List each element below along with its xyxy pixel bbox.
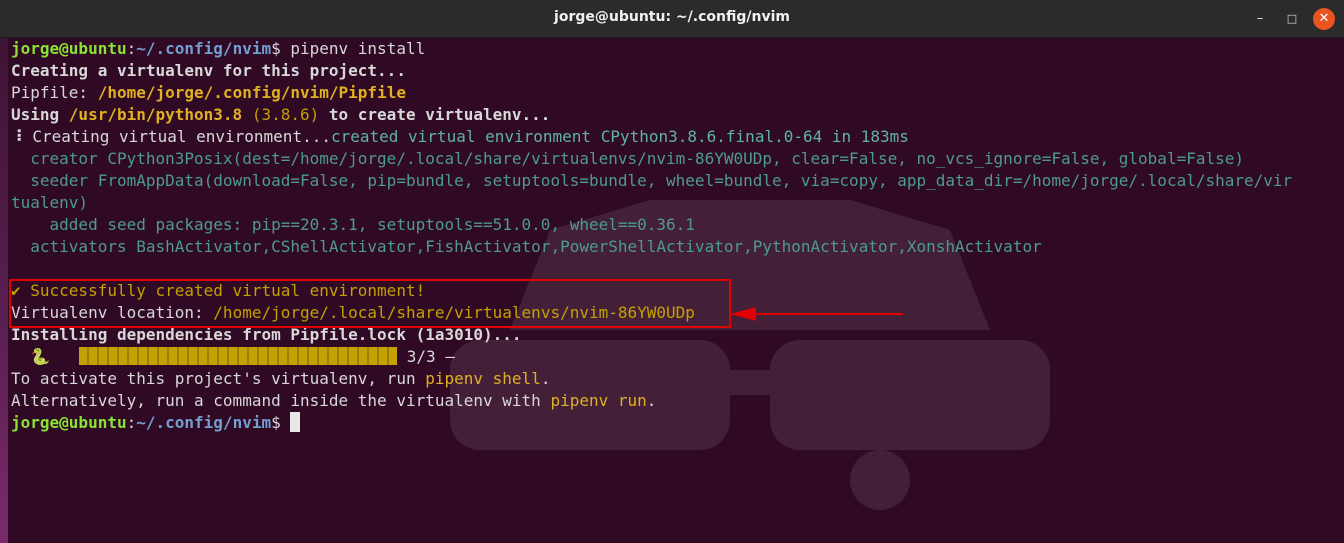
alt-period: .	[646, 391, 657, 410]
output-activators: activators BashActivator,CShellActivator…	[11, 237, 1042, 256]
created-env-text: created virtual environment CPython3.8.6…	[330, 127, 909, 146]
prompt-colon: :	[126, 413, 137, 432]
activate-text: To activate this project's virtualenv, r…	[11, 369, 426, 388]
title-bar[interactable]: jorge@ubuntu: ~/.config/nvim – □ ✕	[0, 0, 1344, 38]
arrow-annotation-icon	[730, 307, 903, 321]
maximize-button[interactable]: □	[1281, 8, 1303, 30]
text-cursor	[290, 412, 301, 432]
alt-text: Alternatively, run a command inside the …	[11, 391, 551, 410]
prompt-user-host: jorge@ubuntu	[11, 39, 127, 58]
snake-icon: 🐍	[11, 347, 80, 366]
output-creating: Creating a virtualenv for this project..…	[11, 61, 406, 80]
alt-command: pipenv run	[550, 391, 647, 410]
window-title: jorge@ubuntu: ~/.config/nvim	[554, 9, 790, 25]
prompt-colon: :	[126, 39, 137, 58]
highlight-annotation-box	[9, 279, 731, 328]
output-blank	[11, 258, 1341, 280]
creating-env-text: Creating virtual environment...	[22, 127, 331, 146]
output-seeder-2: tualenv)	[11, 193, 89, 212]
prompt-line-1: jorge@ubuntu:~/.config/nvim$ pipenv inst…	[11, 38, 1341, 60]
output-progress: 🐍 3/3 —	[11, 346, 1341, 368]
prompt-user-host: jorge@ubuntu	[11, 413, 127, 432]
output-alternatively: Alternatively, run a command inside the …	[11, 390, 1341, 412]
using-version: (3.8.6)	[242, 105, 320, 124]
command-text: pipenv install	[290, 39, 426, 58]
activate-period: .	[540, 369, 551, 388]
progress-bar	[79, 347, 398, 365]
output-creator: creator CPython3Posix(dest=/home/jorge/.…	[11, 149, 1244, 168]
progress-count: 3/3 —	[397, 347, 455, 366]
prompt-line-2[interactable]: jorge@ubuntu:~/.config/nvim$	[11, 412, 1341, 434]
close-button[interactable]: ✕	[1313, 8, 1335, 30]
output-seeder-1: seeder FromAppData(download=False, pip=b…	[11, 171, 1293, 190]
activate-command: pipenv shell	[425, 369, 541, 388]
using-python: /usr/bin/python3.8	[68, 105, 243, 124]
using-label: Using	[11, 105, 69, 124]
terminal-window: jorge@ubuntu: ~/.config/nvim – □ ✕ jorge…	[0, 0, 1344, 543]
pipfile-path: /home/jorge/.config/nvim/Pipfile	[97, 83, 406, 102]
output-activate: To activate this project's virtualenv, r…	[11, 368, 1341, 390]
prompt-dollar: $	[271, 413, 291, 432]
desktop-edge	[0, 0, 8, 543]
spinner-icon: ⠸	[11, 127, 23, 146]
output-pipfile: Pipfile: /home/jorge/.config/nvim/Pipfil…	[11, 82, 1341, 104]
prompt-path: ~/.config/nvim	[136, 39, 272, 58]
using-tail: to create virtualenv...	[319, 105, 551, 124]
output-added-seed: added seed packages: pip==20.3.1, setupt…	[11, 215, 695, 234]
pipfile-label: Pipfile:	[11, 83, 98, 102]
minimize-button[interactable]: –	[1249, 8, 1271, 30]
output-creating-env: ⠸ Creating virtual environment...created…	[11, 126, 1341, 148]
prompt-path: ~/.config/nvim	[136, 413, 272, 432]
prompt-dollar: $	[271, 39, 291, 58]
output-using: Using /usr/bin/python3.8 (3.8.6) to crea…	[11, 104, 1341, 126]
